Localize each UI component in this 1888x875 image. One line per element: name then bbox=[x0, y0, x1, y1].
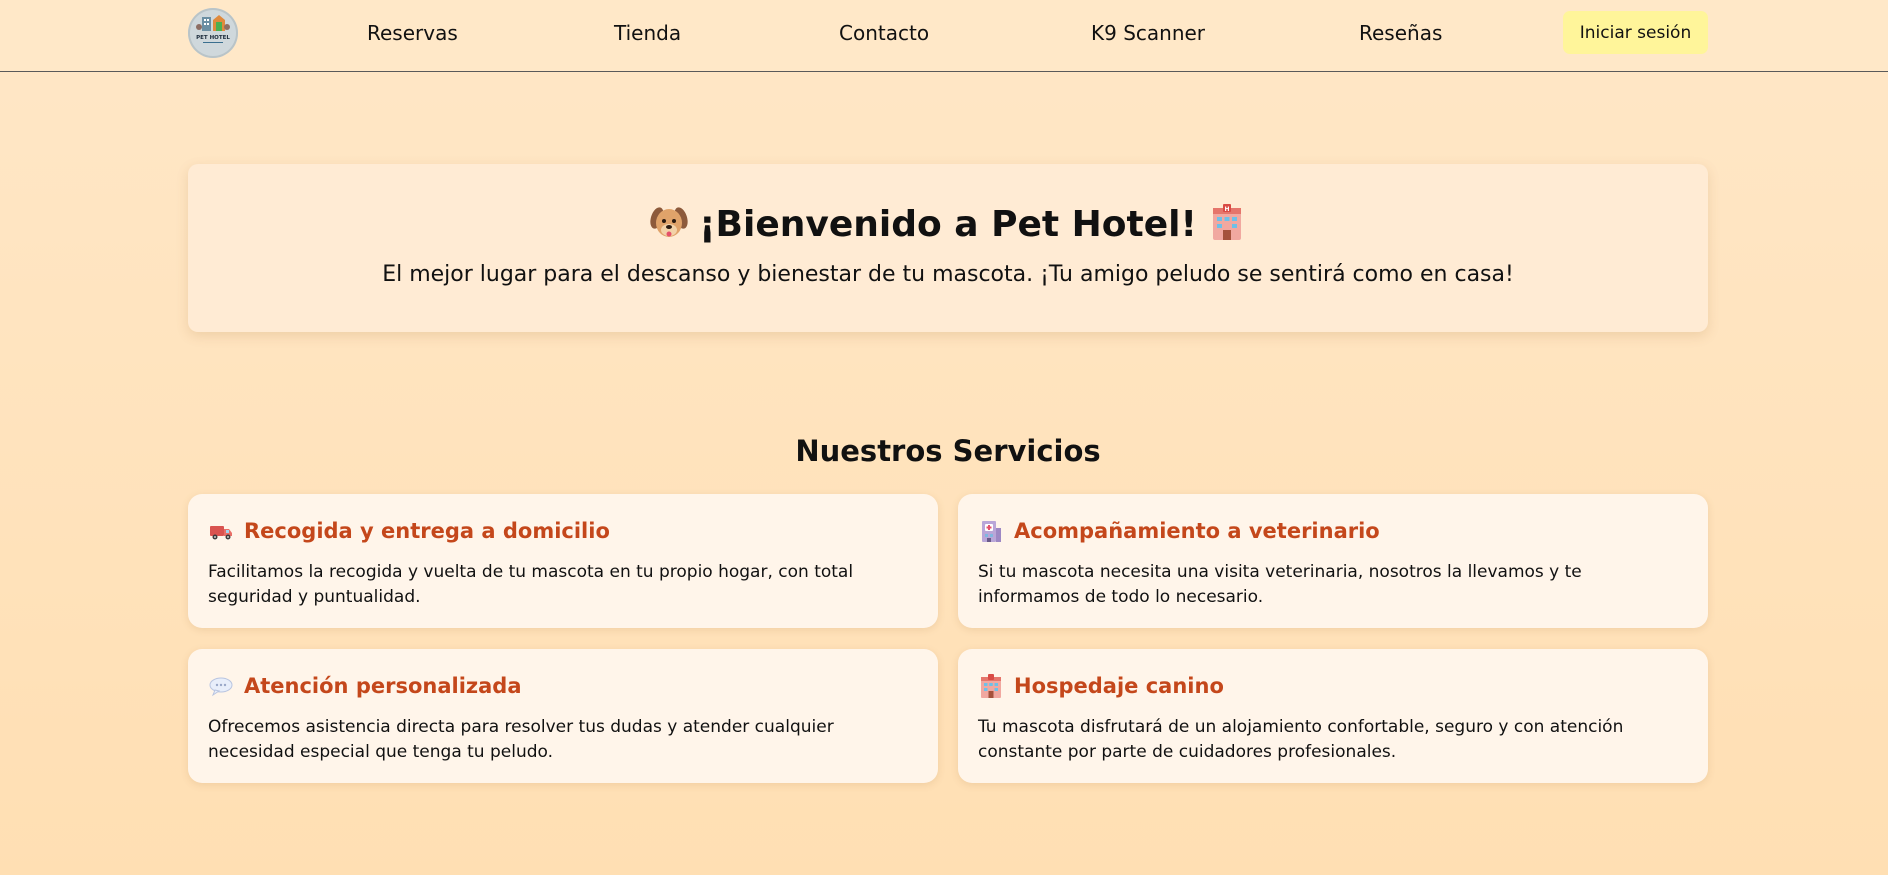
service-card-personal-attention: Atención personalizada Ofrecemos asisten… bbox=[188, 649, 938, 783]
pet-hotel-logo-icon: PET HOTEL bbox=[196, 15, 230, 43]
services-section-title: Nuestros Servicios bbox=[795, 434, 1101, 468]
hotel-icon: H bbox=[1212, 204, 1241, 240]
hero-subtitle: El mejor lugar para el descanso y bienes… bbox=[382, 262, 1514, 287]
service-card-title: Acompañamiento a veterinario bbox=[1014, 519, 1380, 543]
nav-link-reservas[interactable]: Reservas bbox=[367, 0, 458, 66]
service-card-text: Ofrecemos asistencia directa para resolv… bbox=[208, 717, 834, 762]
dog-face-icon bbox=[650, 207, 688, 237]
delivery-truck-icon bbox=[210, 526, 232, 540]
service-card-text: Tu mascota disfrutará de un alojamiento … bbox=[978, 717, 1624, 762]
nav-link-contacto[interactable]: Contacto bbox=[839, 0, 929, 66]
pet-hotel-logo[interactable]: PET HOTEL bbox=[188, 8, 238, 58]
service-card-title: Recogida y entrega a domicilio bbox=[244, 519, 610, 543]
login-button[interactable]: Iniciar sesión bbox=[1563, 11, 1708, 54]
service-card-vet: Acompañamiento a veterinario Si tu masco… bbox=[958, 494, 1708, 628]
hero-title: ¡Bienvenido a Pet Hotel! bbox=[699, 204, 1197, 245]
service-card-title: Atención personalizada bbox=[244, 674, 522, 698]
service-card-text: Si tu mascota necesita una visita veteri… bbox=[978, 562, 1582, 607]
welcome-hero: ¡Bienvenido a Pet Hotel! H El mejor luga… bbox=[188, 164, 1708, 332]
logo-text: PET HOTEL bbox=[196, 35, 230, 41]
hotel-icon bbox=[981, 674, 1001, 698]
nav-link-k9-scanner[interactable]: K9 Scanner bbox=[1091, 0, 1205, 66]
hospital-icon bbox=[982, 521, 1001, 542]
svg-text:H: H bbox=[1224, 206, 1229, 213]
nav-link-tienda[interactable]: Tienda bbox=[614, 0, 681, 66]
service-card-title: Hospedaje canino bbox=[1014, 674, 1224, 698]
nav-link-resenas[interactable]: Reseñas bbox=[1359, 0, 1442, 66]
hero-title-row: ¡Bienvenido a Pet Hotel! H bbox=[188, 204, 1708, 246]
service-card-text: Facilitamos la recogida y vuelta de tu m… bbox=[208, 562, 854, 607]
service-card-pickup-delivery: Recogida y entrega a domicilio Facilitam… bbox=[188, 494, 938, 628]
speech-bubble-icon bbox=[209, 677, 233, 697]
service-card-dog-boarding: Hospedaje canino Tu mascota disfrutará d… bbox=[958, 649, 1708, 783]
top-navbar: PET HOTEL Reservas Tienda Contacto K9 Sc… bbox=[0, 0, 1888, 72]
